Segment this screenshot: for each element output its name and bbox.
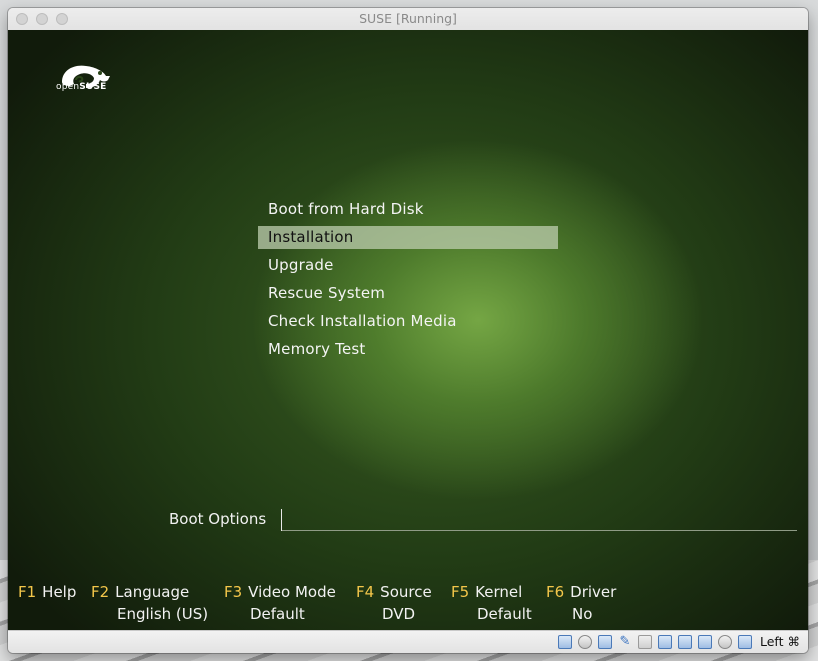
recording-icon[interactable] [718,634,732,649]
boot-menu-item-installation[interactable]: Installation [258,226,558,249]
boot-menu-item-hard-disk[interactable]: Boot from Hard Disk [258,198,558,221]
fkey-help[interactable]: F1 Help [18,583,76,601]
window-title: SUSE [Running] [359,11,457,26]
fkey-video-mode[interactable]: F3 Video Mode [224,583,336,601]
opensuse-logo-text: openSUSE [56,82,107,92]
display-icon[interactable] [658,634,672,649]
boot-menu: Boot from Hard Disk Installation Upgrade… [258,198,558,366]
fkey-video-mode-value: Default [250,605,305,623]
vm-screen[interactable]: openSUSE Boot from Hard Disk Installatio… [8,30,808,630]
boot-menu-item-upgrade[interactable]: Upgrade [258,254,558,277]
boot-options-label: Boot Options [169,510,267,528]
vm-statusbar: ✎ Left ⌘ [8,630,808,653]
boot-menu-item-check-media[interactable]: Check Installation Media [258,310,558,333]
titlebar: SUSE [Running] [8,8,808,31]
function-key-bar: F1 Help F2 Language English (US) F3 Video M… [18,583,798,627]
usb-icon[interactable]: ✎ [618,634,632,649]
text-cursor [281,509,282,531]
mouse-integration-icon[interactable] [738,634,752,649]
host-key-label[interactable]: Left ⌘ [760,634,800,649]
fkey-language[interactable]: F2 Language [91,583,189,601]
fkey-language-value: English (US) [117,605,209,623]
fkey-kernel[interactable]: F5 Kernel [451,583,522,601]
fkey-driver[interactable]: F6 Driver [546,583,616,601]
boot-options-input[interactable] [281,509,797,531]
optical-drive-icon[interactable] [578,634,592,649]
fkey-source[interactable]: F4 Source [356,583,432,601]
network-icon[interactable] [678,634,692,649]
virtualbox-window: SUSE [Running] openSUSE Boot from Hard D… [8,8,808,653]
fkey-kernel-value: Default [477,605,532,623]
boot-menu-item-rescue-system[interactable]: Rescue System [258,282,558,305]
hard-disk-icon[interactable] [558,634,572,649]
statusbar-icons: ✎ Left ⌘ [552,634,800,649]
boot-menu-item-memory-test[interactable]: Memory Test [258,338,558,361]
video-capture-icon[interactable] [698,634,712,649]
fkey-source-value: DVD [382,605,416,623]
fkey-driver-value: No [572,605,593,623]
audio-icon[interactable] [598,634,612,649]
shared-folder-icon[interactable] [638,634,652,649]
